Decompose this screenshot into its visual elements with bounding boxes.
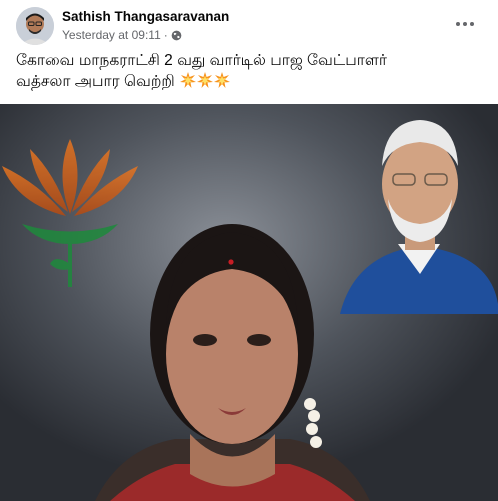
post-text-line-2-wrap: வத்சலா அபார வெற்றி [16,71,486,92]
photo-illustration [0,104,498,501]
post-meta: Yesterday at 09:11 · [62,28,182,42]
avatar-image [16,7,54,45]
collision-emoji-icon [180,72,197,88]
collision-emoji-icon [197,72,214,88]
post-header: Sathish Thangasaravanan Yesterday at 09:… [0,0,498,50]
facebook-post: Sathish Thangasaravanan Yesterday at 09:… [0,0,498,501]
post-text-line-2: வத்சலா அபார வெற்றி [16,73,175,90]
author-name[interactable]: Sathish Thangasaravanan [62,9,229,24]
more-options-icon[interactable] [452,14,478,34]
collision-emoji-icon [214,72,231,88]
post-timestamp[interactable]: Yesterday at 09:11 [62,28,161,42]
meta-separator: · [163,28,168,42]
globe-icon [171,30,182,40]
post-text-line-1: கோவை மாநகராட்சி 2 வது வார்டில் பாஜ வேட்ப… [16,52,387,69]
author-avatar[interactable] [16,7,54,45]
post-photo[interactable] [0,104,498,501]
post-text: கோவை மாநகராட்சி 2 வது வார்டில் பாஜ வேட்ப… [16,50,486,92]
